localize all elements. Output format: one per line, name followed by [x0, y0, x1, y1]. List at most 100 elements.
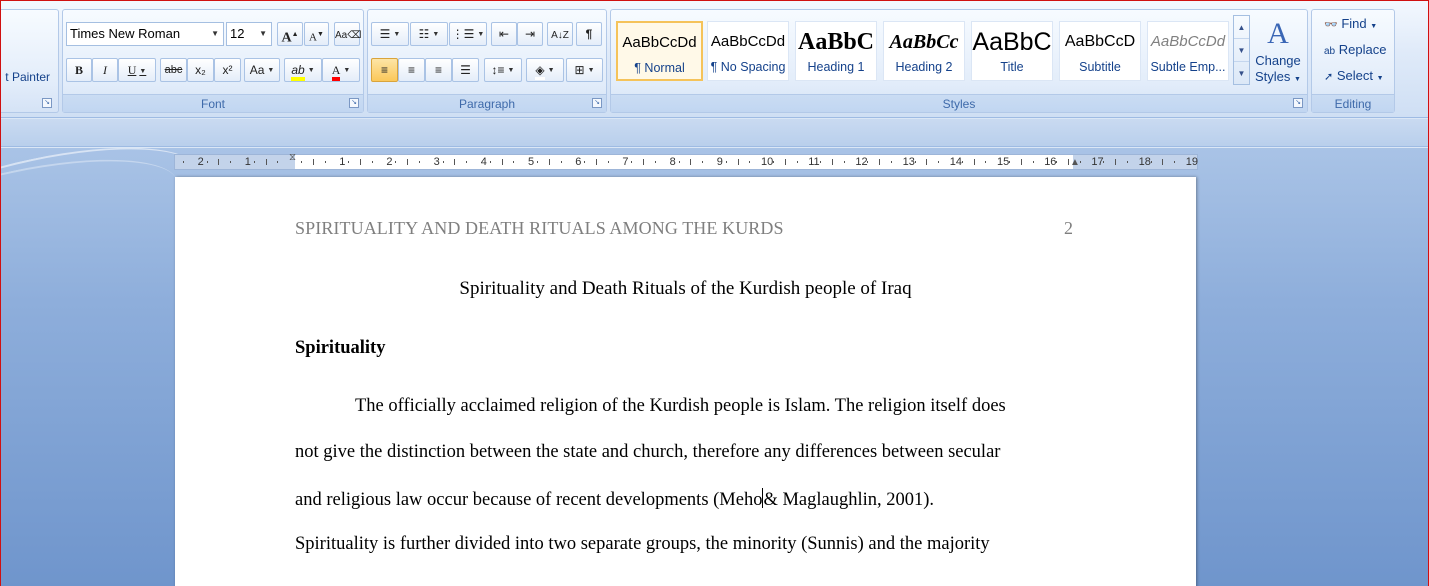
decrease-indent-button[interactable]: ⇤ — [491, 22, 517, 46]
align-left-button[interactable]: ≡ — [371, 58, 398, 82]
right-indent-marker[interactable]: ▲ — [1070, 157, 1080, 168]
chevron-down-icon: ▼ — [432, 30, 440, 38]
find-button[interactable]: 👓 Find ▼ — [1324, 16, 1377, 31]
ruler-number: 9 — [716, 156, 723, 168]
editing-group: 👓 Find ▼ ab Replace ➚ Select ▼ Editing — [1311, 9, 1395, 113]
scroll-down-icon[interactable]: ▼ — [1234, 39, 1249, 62]
justify-button[interactable]: ☰ — [452, 58, 479, 82]
sort-button[interactable]: A↓Z — [547, 22, 573, 46]
align-center-button[interactable]: ≡ — [398, 58, 425, 82]
style-subtle-emphasis[interactable]: AaBbCcDd Subtle Emp... — [1147, 21, 1229, 81]
style-name: Heading 1 — [807, 60, 865, 74]
first-line-indent-marker[interactable]: ⧖ — [289, 152, 296, 163]
ruler-tick — [1032, 161, 1034, 163]
scroll-up-icon[interactable]: ▲ — [1234, 16, 1249, 39]
change-styles-label-2: Styles — [1255, 69, 1291, 84]
align-right-button[interactable]: ≡ — [425, 58, 452, 82]
subscript-button[interactable]: x₂ — [187, 58, 214, 82]
page-number: 2 — [1064, 218, 1073, 238]
ruler-tick — [678, 161, 680, 163]
horizontal-ruler[interactable]: ⧖ ▲ 2 1 1 2 3 4 5 6 7 8 9 10 11 12 13 14 15 16 17 18 19 — [174, 152, 1198, 170]
ruler-tick — [548, 159, 550, 165]
style-no-spacing[interactable]: AaBbCcDd ¶ No Spacing — [707, 21, 789, 81]
shrink-font-button[interactable]: A▼ — [304, 22, 329, 46]
styles-dialog-launcher-icon[interactable]: ↘ — [1293, 98, 1303, 108]
ruler-tick — [1162, 159, 1164, 165]
style-heading-1[interactable]: AaBbC Heading 1 — [795, 21, 877, 81]
cursor-icon: ➚ — [1324, 71, 1334, 83]
ruler-number: 6 — [575, 156, 582, 168]
bullets-button[interactable]: ☰ ▼ — [371, 22, 409, 46]
paint-bucket-icon: ◈ — [535, 63, 545, 80]
numbering-button[interactable]: ☷ ▼ — [410, 22, 448, 46]
increase-indent-icon: ⇥ — [524, 27, 536, 41]
ruler-tick — [513, 161, 515, 163]
justify-icon: ☰ — [460, 63, 471, 77]
gallery-more-icon[interactable]: ▼ — [1234, 62, 1249, 85]
ruler-number: 11 — [808, 156, 820, 168]
ruler-tick — [596, 159, 597, 165]
multilevel-list-icon: ⋮☰ — [451, 27, 475, 41]
font-group: Times New Roman ▼ 12 ▼ A▲ A▼ Aa⌫ B I U ▼ … — [62, 9, 364, 113]
ruler-tick — [489, 161, 491, 163]
ruler-tick — [879, 159, 881, 165]
paragraph-dialog-launcher-icon[interactable]: ↘ — [592, 98, 602, 108]
select-button[interactable]: ➚ Select ▼ — [1324, 68, 1384, 83]
multilevel-list-button[interactable]: ⋮☰ ▼ — [449, 22, 487, 46]
font-size-combo[interactable]: 12 ▼ — [226, 22, 272, 46]
ruler-tick — [1020, 159, 1022, 165]
increase-indent-button[interactable]: ⇥ — [517, 22, 543, 46]
strikethrough-button[interactable]: abc — [160, 58, 187, 82]
font-color-button[interactable]: A ▼ — [322, 58, 360, 82]
paragraph-group-label: Paragraph — [368, 94, 606, 112]
clear-formatting-button[interactable]: Aa⌫ — [334, 22, 362, 46]
style-name: Subtle Emp... — [1150, 60, 1226, 74]
line-spacing-button[interactable]: ↕≡ ▼ — [484, 58, 522, 82]
document-page[interactable]: SPIRITUALITY AND DEATH RITUALS AMONG THE… — [175, 177, 1196, 586]
ruler-tick — [560, 161, 562, 163]
bold-button[interactable]: B — [66, 58, 92, 82]
grow-font-button[interactable]: A▲ — [277, 22, 303, 46]
borders-button[interactable]: ⊞ ▼ — [566, 58, 603, 82]
style-heading-2[interactable]: AaBbCc Heading 2 — [883, 21, 965, 81]
bullet-list-icon: ☰ — [379, 27, 391, 41]
change-case-button[interactable]: Aa ▼ — [244, 58, 280, 82]
italic-button[interactable]: I — [92, 58, 118, 82]
highlight-color-button[interactable]: ab ▼ — [284, 58, 322, 82]
eraser-icon: Aa⌫ — [335, 30, 362, 41]
font-name-combo[interactable]: Times New Roman ▼ — [66, 22, 224, 46]
styles-gallery-scroll[interactable]: ▲ ▼ ▼ — [1233, 15, 1250, 85]
format-painter-button[interactable]: t Painter — [5, 70, 50, 84]
ruler-tick — [277, 161, 279, 163]
show-marks-button[interactable]: ¶ — [576, 22, 602, 46]
ruler-number: 15 — [997, 156, 1010, 168]
ruler-tick — [784, 159, 786, 165]
chevron-down-icon: ▼ — [1376, 75, 1384, 82]
ruler-tick — [407, 159, 409, 165]
ruler-number: 4 — [480, 156, 487, 168]
ruler-tick — [985, 161, 987, 163]
ruler-number: 16 — [1044, 156, 1057, 168]
ruler-tick — [466, 161, 468, 163]
align-center-icon: ≡ — [407, 63, 415, 77]
ruler-tick — [926, 159, 928, 165]
superscript-button[interactable]: x² — [214, 58, 241, 82]
font-dialog-launcher-icon[interactable]: ↘ — [349, 98, 359, 108]
ruler-tick — [1150, 161, 1152, 163]
chevron-down-icon: ▼ — [1370, 23, 1378, 30]
shading-button[interactable]: ◈ ▼ — [526, 58, 564, 82]
toolbar-band — [1, 119, 1428, 147]
sort-az-icon: A↓Z — [551, 30, 569, 41]
underline-button[interactable]: U ▼ — [118, 58, 156, 82]
align-right-icon: ≡ — [434, 63, 442, 77]
change-styles-button[interactable]: A Change Styles ▼ — [1253, 15, 1303, 89]
ruler-number: 2 — [386, 156, 393, 168]
ruler-tick — [655, 161, 656, 163]
style-normal[interactable]: AaBbCcDd ¶ Normal — [616, 21, 703, 81]
style-subtitle[interactable]: AaBbCcD Subtitle — [1059, 21, 1141, 81]
style-title[interactable]: AaBbC Title — [971, 21, 1053, 81]
replace-button[interactable]: ab Replace — [1324, 42, 1386, 57]
ruler-tick — [749, 161, 751, 163]
ruler-tick — [796, 161, 798, 163]
clipboard-dialog-launcher-icon[interactable]: ↘ — [42, 98, 52, 108]
